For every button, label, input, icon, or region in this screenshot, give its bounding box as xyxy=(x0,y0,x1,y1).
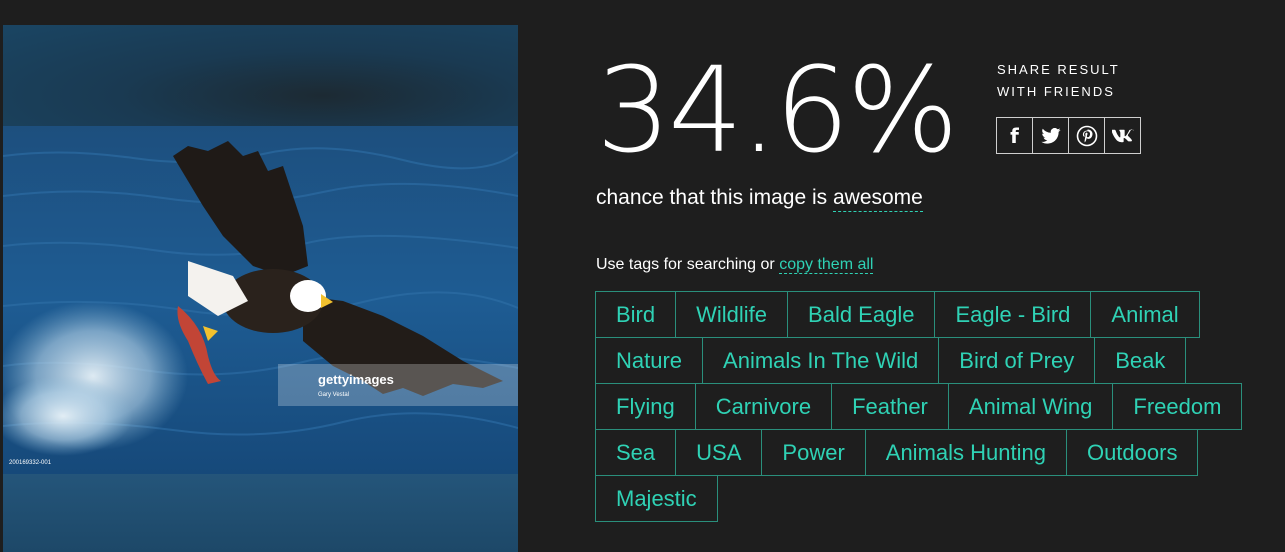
pinterest-share-button[interactable] xyxy=(1069,118,1105,153)
image-code: 200169332-001 xyxy=(9,460,52,466)
share-buttons: f xyxy=(996,117,1141,154)
tag-animals-in-the-wild[interactable]: Animals In The Wild xyxy=(702,337,940,384)
tag-animals-hunting[interactable]: Animals Hunting xyxy=(864,429,1067,476)
photo-blurred-backdrop-bottom xyxy=(3,474,518,552)
tag-bird-of-prey[interactable]: Bird of Prey xyxy=(938,337,1096,384)
tags-hint-text: Use tags for searching or xyxy=(596,256,775,273)
tag-outdoors[interactable]: Outdoors xyxy=(1065,429,1199,476)
tag-list: Bird Wildlife Bald Eagle Eagle - Bird An… xyxy=(595,291,1285,522)
analyzed-photo: gettyimages Gary Vestal 200169332-001 xyxy=(3,25,518,552)
awesomeness-score: 34.6% xyxy=(596,41,959,179)
copy-tags-link[interactable]: copy them all xyxy=(779,256,874,274)
vk-share-button[interactable] xyxy=(1105,118,1140,153)
pinterest-icon xyxy=(1076,125,1097,146)
tag-sea[interactable]: Sea xyxy=(595,429,677,476)
tag-row: Majestic xyxy=(595,475,1285,522)
watermark-brand: gettyimages xyxy=(318,372,394,387)
tags-hint: Use tags for searching or copy them all xyxy=(596,256,874,274)
watermark-credit: Gary Vestal xyxy=(318,392,349,398)
tag-flying[interactable]: Flying xyxy=(595,383,696,430)
tag-carnivore[interactable]: Carnivore xyxy=(694,383,833,430)
tag-row: Flying Carnivore Feather Animal Wing Fre… xyxy=(595,383,1285,430)
tag-bald-eagle[interactable]: Bald Eagle xyxy=(787,291,936,338)
awesome-definition-link[interactable]: awesome xyxy=(832,186,923,212)
tag-animal[interactable]: Animal xyxy=(1090,291,1200,338)
tag-eagle-bird[interactable]: Eagle - Bird xyxy=(934,291,1092,338)
photo-blurred-backdrop-top xyxy=(3,25,518,126)
tag-beak[interactable]: Beak xyxy=(1094,337,1187,384)
facebook-icon: f xyxy=(1010,123,1019,148)
tag-usa[interactable]: USA xyxy=(675,429,763,476)
share-heading-line2: WITH FRIENDS xyxy=(997,84,1115,99)
tag-row: Bird Wildlife Bald Eagle Eagle - Bird An… xyxy=(595,291,1285,338)
tag-majestic[interactable]: Majestic xyxy=(595,475,718,522)
share-heading: SHARE RESULT WITH FRIENDS xyxy=(997,59,1147,103)
tag-row: Sea USA Power Animals Hunting Outdoors xyxy=(595,429,1285,476)
twitter-share-button[interactable] xyxy=(1033,118,1069,153)
tag-feather[interactable]: Feather xyxy=(831,383,949,430)
tag-wildlife[interactable]: Wildlife xyxy=(675,291,789,338)
result-page: gettyimages Gary Vestal 200169332-001 34… xyxy=(0,0,1285,552)
tag-animal-wing[interactable]: Animal Wing xyxy=(947,383,1114,430)
tag-nature[interactable]: Nature xyxy=(595,337,704,384)
twitter-icon xyxy=(1040,127,1061,144)
share-heading-line1: SHARE RESULT xyxy=(997,62,1120,77)
tag-power[interactable]: Power xyxy=(761,429,866,476)
vk-icon xyxy=(1111,128,1134,142)
tag-bird[interactable]: Bird xyxy=(595,291,677,338)
eagle-photo: gettyimages Gary Vestal 200169332-001 xyxy=(3,126,518,474)
tag-freedom[interactable]: Freedom xyxy=(1112,383,1243,430)
result-caption: chance that this image is awesome xyxy=(596,186,923,212)
facebook-share-button[interactable]: f xyxy=(997,118,1033,153)
caption-text: chance that this image is xyxy=(596,186,828,209)
tag-row: Nature Animals In The Wild Bird of Prey … xyxy=(595,337,1285,384)
